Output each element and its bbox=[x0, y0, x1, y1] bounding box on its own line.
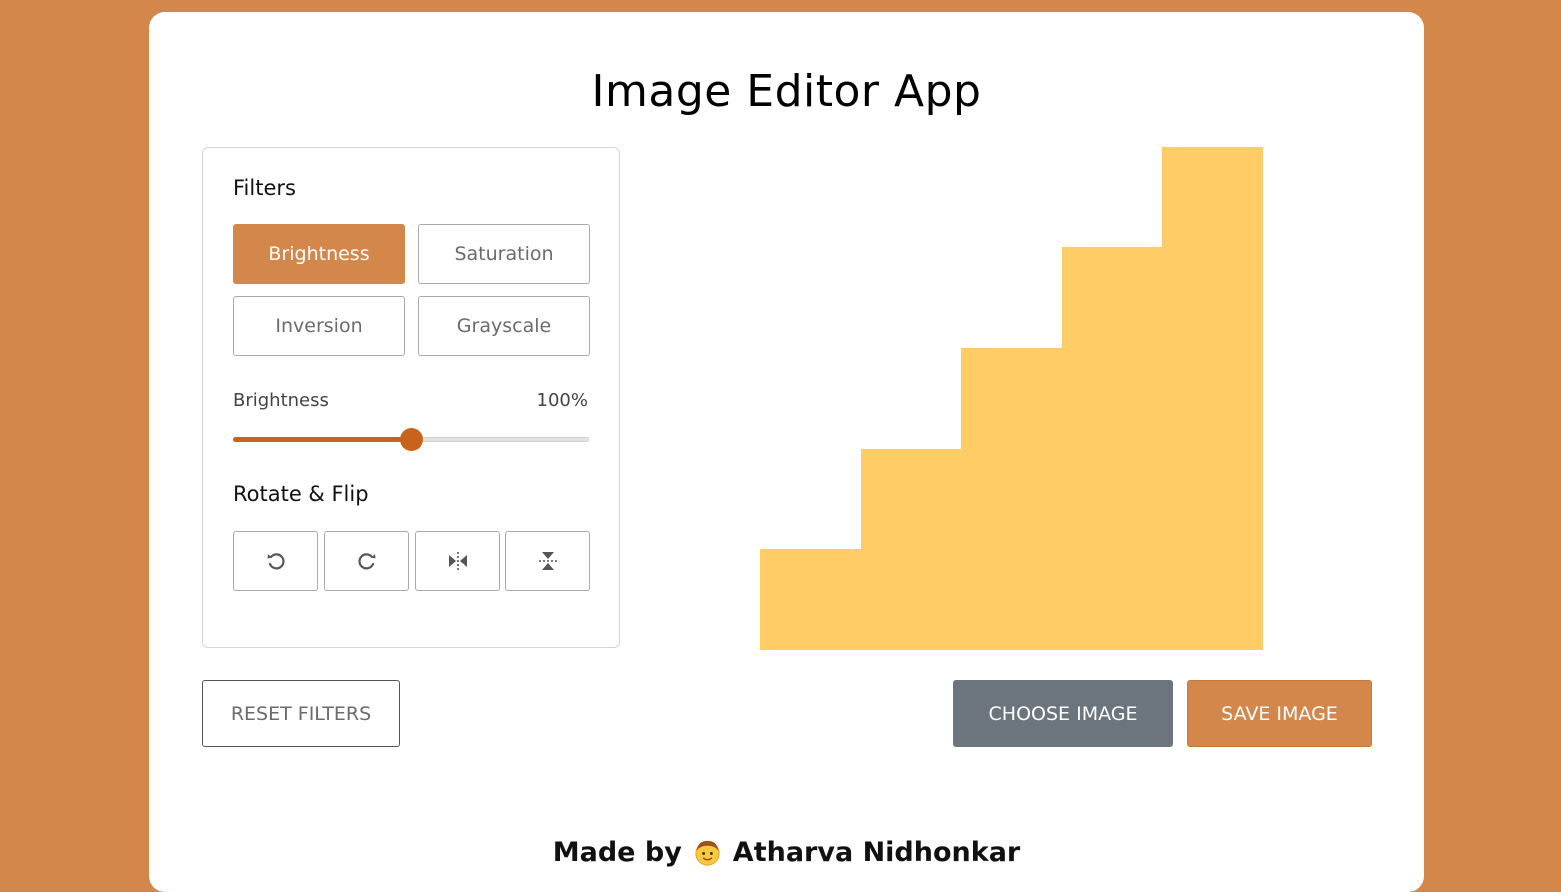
man-face-icon bbox=[695, 840, 720, 866]
rotate-right-button[interactable] bbox=[324, 531, 409, 591]
reset-filters-button[interactable]: Reset Filters bbox=[202, 680, 400, 747]
stairs-graphic bbox=[760, 147, 1263, 650]
filter-inversion-button[interactable]: Inversion bbox=[233, 296, 405, 356]
flip-vertical-button[interactable] bbox=[505, 531, 590, 591]
slider-value: 100% bbox=[536, 390, 588, 411]
rotate-right-icon bbox=[357, 553, 375, 570]
editor-card: Image Editor App Filters Brightness Satu… bbox=[149, 12, 1424, 892]
page-title: Image Editor App bbox=[591, 66, 982, 117]
filter-saturation-button[interactable]: Saturation bbox=[418, 224, 590, 284]
rotate-left-button[interactable] bbox=[233, 531, 318, 591]
rotate-flip-heading: Rotate & Flip bbox=[233, 482, 369, 506]
editor-panel: Filters Brightness Saturation Inversion … bbox=[202, 147, 620, 648]
footer-prefix: Made by bbox=[552, 837, 682, 868]
preview-image bbox=[760, 147, 1263, 650]
choose-image-button[interactable]: Choose Image bbox=[953, 680, 1173, 747]
flip-horizontal-button[interactable] bbox=[415, 531, 500, 591]
slider-fill bbox=[233, 437, 411, 442]
brightness-slider[interactable] bbox=[233, 428, 589, 451]
image-preview bbox=[760, 147, 1263, 650]
filter-grayscale-button[interactable]: Grayscale bbox=[418, 296, 590, 356]
filters-heading: Filters bbox=[233, 176, 296, 200]
slider-thumb[interactable] bbox=[400, 428, 423, 451]
filter-brightness-button[interactable]: Brightness bbox=[233, 224, 405, 284]
rotate-left-icon bbox=[267, 553, 285, 570]
slider-name: Brightness bbox=[233, 390, 329, 411]
save-image-button[interactable]: Save Image bbox=[1187, 680, 1372, 747]
flip-vertical-icon bbox=[538, 552, 557, 570]
footer: Made by Atharva Nidhonkar bbox=[149, 837, 1424, 868]
flip-horizontal-icon bbox=[448, 552, 467, 570]
footer-author: Atharva Nidhonkar bbox=[732, 837, 1021, 868]
